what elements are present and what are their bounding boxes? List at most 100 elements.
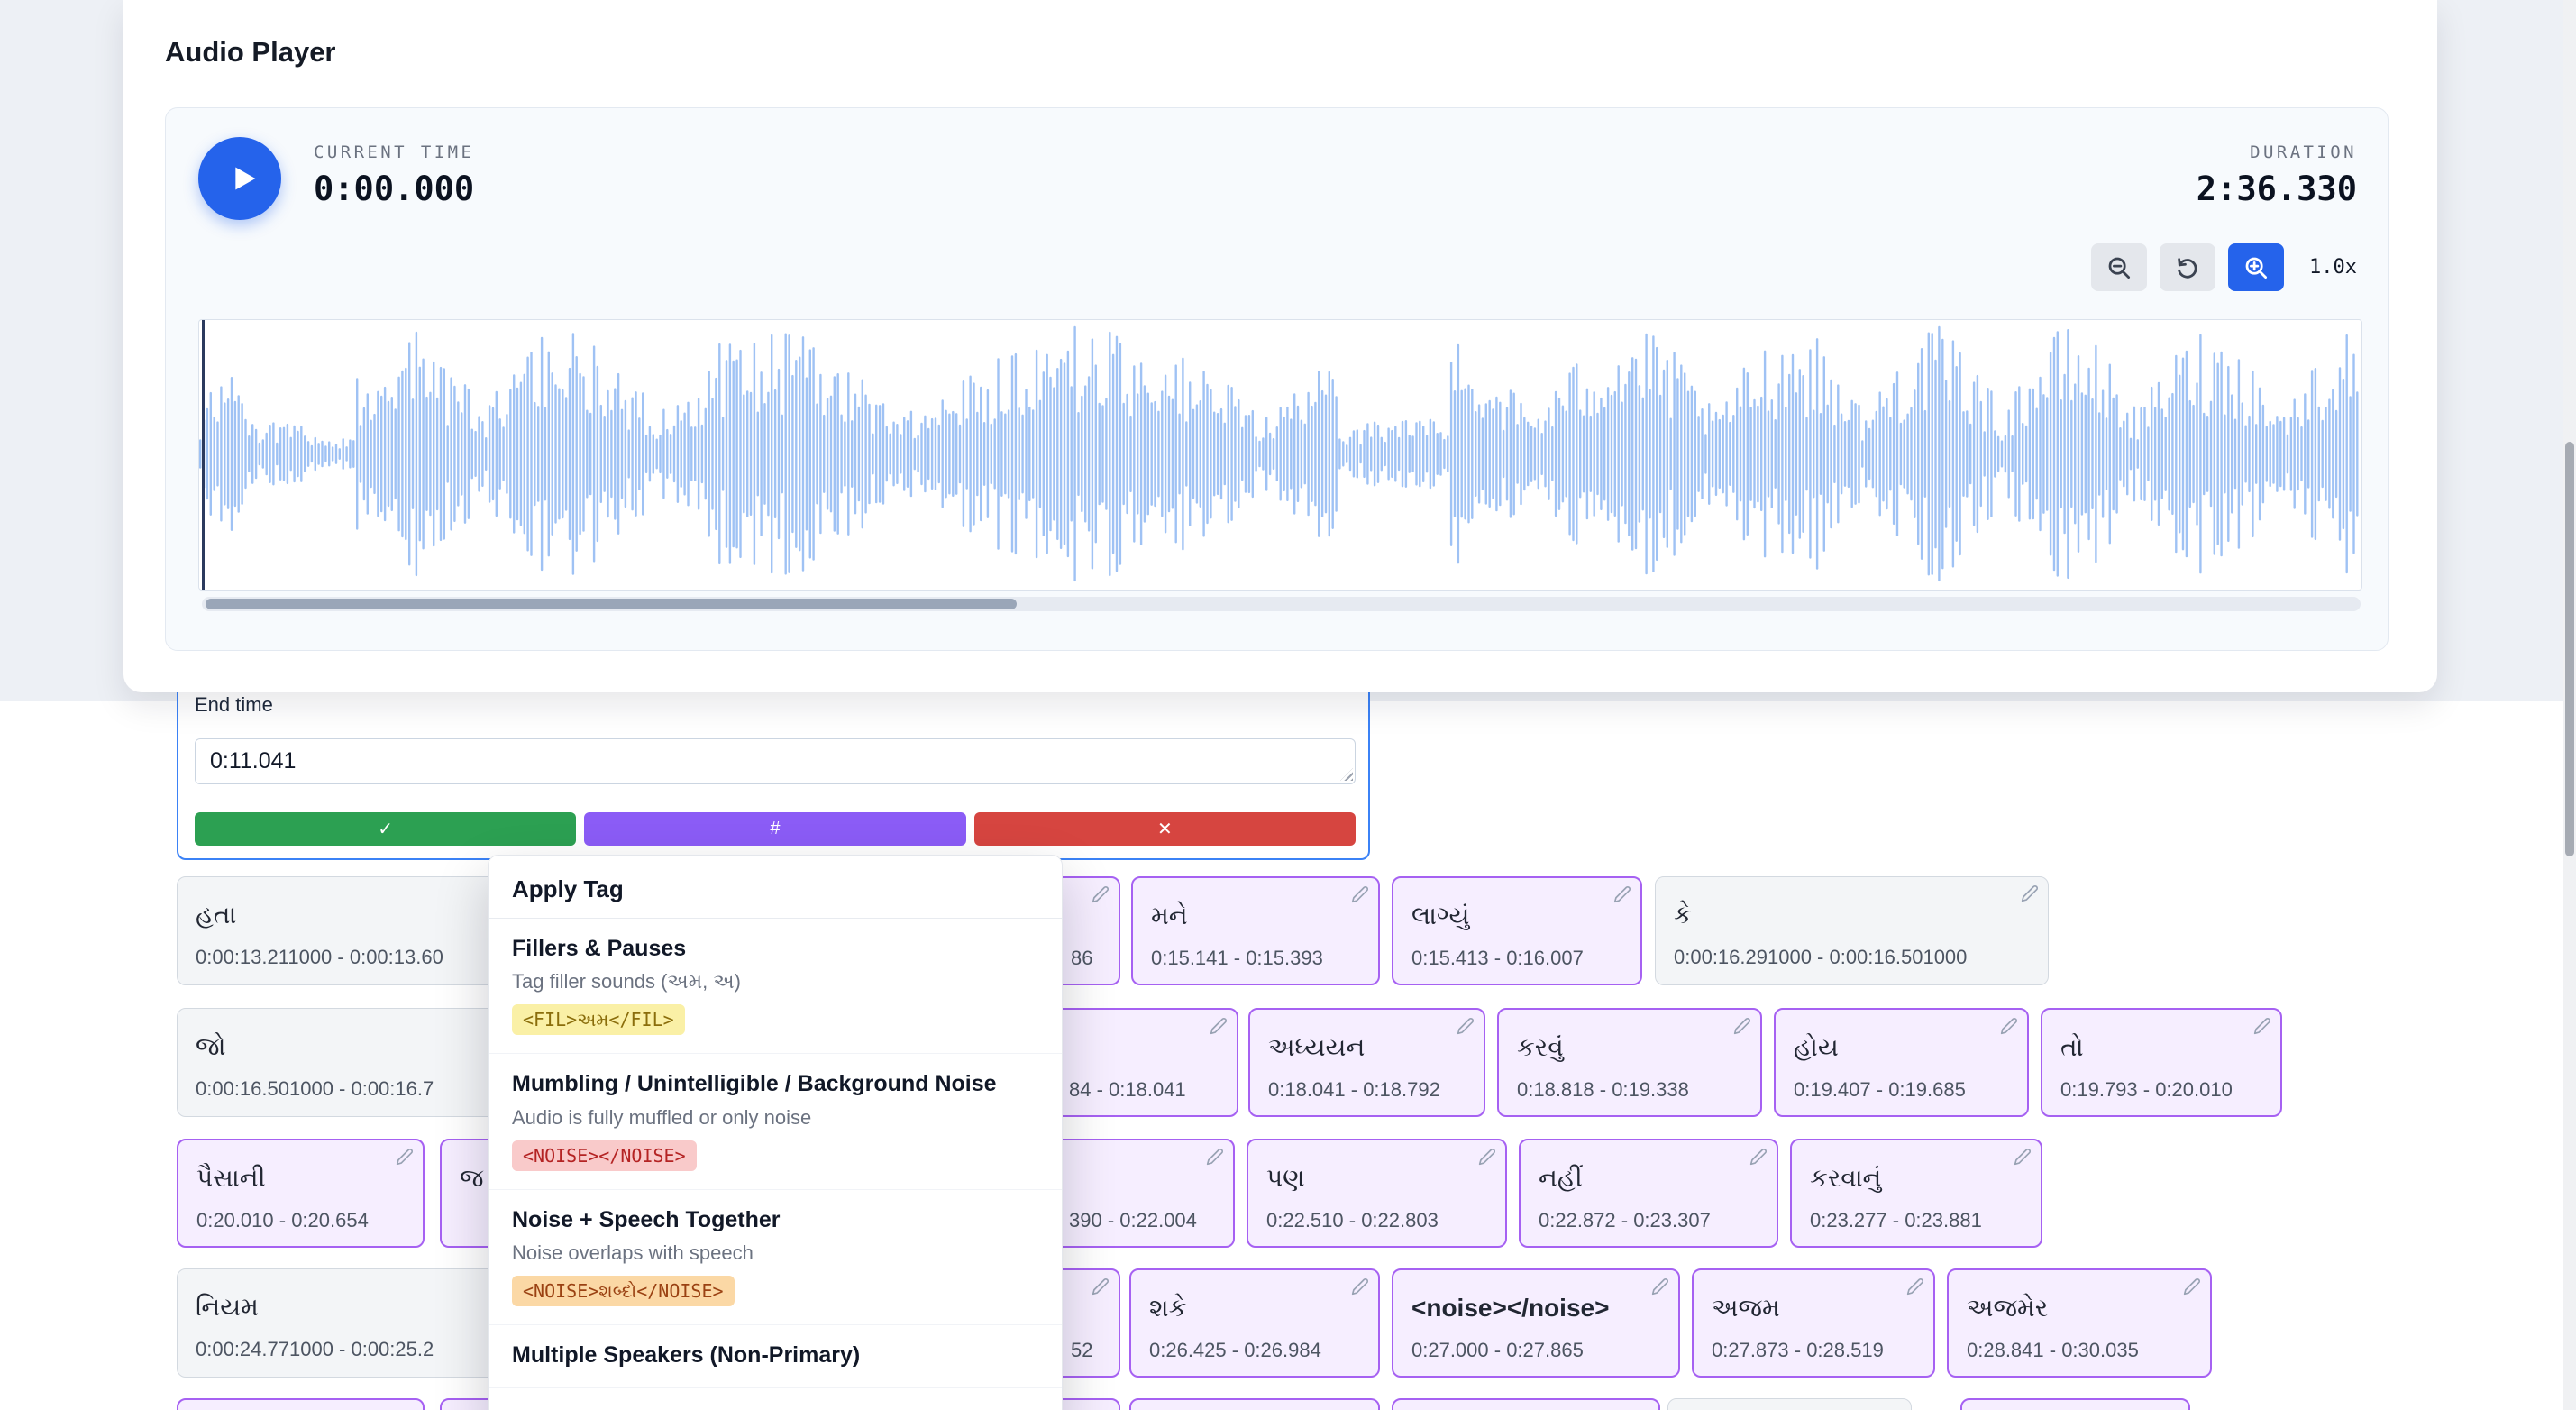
edit-icon[interactable] [1651,1277,1669,1296]
edit-icon[interactable] [396,1148,414,1166]
duration-block: DURATION 2:36.330 [2197,142,2357,208]
segment-chip[interactable] [1960,1398,2190,1410]
play-icon [222,158,263,199]
segment-chip[interactable] [177,1398,425,1410]
segment-chip[interactable]: કે 0:00:16.291000 - 0:00:16.501000 [1655,876,2049,985]
menu-item-noise-speech[interactable]: Noise + Speech Together Noise overlaps w… [489,1190,1062,1325]
player-panel: CURRENT TIME 0:00.000 DURATION 2:36.330 [165,107,2389,651]
segment-text: અધ્યયન [1268,1033,1365,1063]
segment-chip[interactable]: તો 0:19.793 - 0:20.010 [2041,1008,2282,1117]
segment-chip[interactable]: અધ્યયન 0:18.041 - 0:18.792 [1248,1008,1485,1117]
segment-text: પણ [1266,1164,1305,1194]
edit-icon[interactable] [1749,1148,1768,1166]
zoom-level: 1.0x [2309,256,2357,279]
tag-badge: <NOISE>શબ્દો</NOISE> [512,1276,735,1306]
segment-chip[interactable]: કરવું 0:18.818 - 0:19.338 [1497,1008,1762,1117]
segment-text: શકે [1149,1294,1186,1323]
segment-time: 0:00:24.771000 - 0:00:25.2 [196,1338,434,1361]
edit-icon[interactable] [1478,1148,1496,1166]
segment-chip[interactable]: શકે 0:26.425 - 0:26.984 [1129,1268,1380,1378]
apply-tag-title: Apply Tag [489,856,1062,919]
edit-icon[interactable] [2014,1148,2032,1166]
zoom-out-icon [2106,254,2133,281]
segment-time: 52 [1071,1339,1092,1362]
page-scrollbar-track[interactable] [2563,0,2576,1410]
current-time-block: CURRENT TIME 0:00.000 [314,142,474,208]
segment-text: મને [1151,902,1188,931]
segment-time: 0:15.141 - 0:15.393 [1151,947,1323,970]
end-time-label: End time [195,693,273,717]
segment-text: કરવાનું [1810,1164,1881,1194]
segment-text: જ [460,1164,484,1194]
edit-icon[interactable] [1613,885,1631,903]
segment-chip[interactable] [1129,1398,1380,1410]
zoom-reset-button[interactable] [2160,243,2215,291]
segment-time: 84 - 0:18.041 [1069,1078,1186,1102]
segment-chip[interactable] [1667,1398,1912,1410]
segment-chip[interactable]: અજમ 0:27.873 - 0:28.519 [1692,1268,1935,1378]
segment-text: નિયમ [196,1293,259,1323]
apply-tag-button[interactable]: # [584,812,965,846]
segment-editor-panel: End time ✓ # ✕ [177,667,1370,860]
segment-time: 390 - 0:22.004 [1069,1209,1197,1232]
segment-time: 0:19.793 - 0:20.010 [2060,1078,2233,1102]
edit-icon[interactable] [1733,1017,1751,1035]
edit-icon[interactable] [2183,1277,2201,1296]
page-scrollbar-thumb[interactable] [2565,442,2574,856]
segment-chip[interactable]: અજમેર 0:28.841 - 0:30.035 [1947,1268,2212,1378]
end-time-input[interactable] [195,738,1356,784]
apply-tag-menu: Apply Tag Fillers & Pauses Tag filler so… [488,855,1063,1410]
menu-item-title: Multiple Speakers (Non-Primary) [512,1341,1038,1369]
edit-icon[interactable] [1351,885,1369,903]
edit-icon[interactable] [1092,885,1110,903]
segment-text: કે [1674,901,1692,930]
segment-time: 0:26.425 - 0:26.984 [1149,1339,1321,1362]
segment-chip[interactable]: મને 0:15.141 - 0:15.393 [1131,876,1380,985]
edit-icon[interactable] [1457,1017,1475,1035]
edit-icon[interactable] [1351,1277,1369,1296]
segment-text: પૈસાની [196,1164,266,1194]
delete-button[interactable]: ✕ [974,812,1356,846]
waveform-scrollbar-track[interactable] [202,597,2361,611]
edit-icon[interactable] [1210,1017,1228,1035]
segment-chip[interactable] [1392,1398,1660,1410]
segment-time: 0:18.818 - 0:19.338 [1517,1078,1689,1102]
menu-item-mumbling-noise[interactable]: Mumbling / Unintelligible / Background N… [489,1054,1062,1189]
segment-time: 0:27.000 - 0:27.865 [1411,1339,1584,1362]
segment-chip[interactable]: પણ 0:22.510 - 0:22.803 [1247,1139,1507,1248]
waveform-scrollbar-thumb[interactable] [206,599,1017,609]
zoom-controls: 1.0x [2091,243,2357,291]
zoom-in-button[interactable] [2228,243,2284,291]
segment-chip[interactable]: લાગ્યું 0:15.413 - 0:16.007 [1392,876,1642,985]
edit-icon[interactable] [1906,1277,1924,1296]
edit-icon[interactable] [1092,1277,1110,1296]
menu-item-multiple-speakers[interactable]: Multiple Speakers (Non-Primary) [489,1325,1062,1388]
check-icon: ✓ [378,818,393,840]
menu-item-description: Noise overlaps with speech [512,1241,1038,1265]
x-icon: ✕ [1157,818,1173,840]
playhead-cursor[interactable] [202,320,205,590]
segment-time: 0:23.277 - 0:23.881 [1810,1209,1982,1232]
segment-text: <noise></noise> [1411,1294,1609,1323]
confirm-button[interactable]: ✓ [195,812,576,846]
segment-chip[interactable]: <noise></noise> 0:27.000 - 0:27.865 [1392,1268,1680,1378]
segment-text: તો [2060,1033,2084,1063]
edit-icon[interactable] [1206,1148,1224,1166]
zoom-out-button[interactable] [2091,243,2147,291]
segment-chip[interactable]: નહીં 0:22.872 - 0:23.307 [1519,1139,1778,1248]
zoom-in-icon [2243,254,2270,281]
audio-player-card: Audio Player CURRENT TIME 0:00.000 DURAT… [123,0,2437,692]
segment-chip[interactable]: કરવાનું 0:23.277 - 0:23.881 [1790,1139,2042,1248]
segment-text: જો [196,1032,226,1062]
editor-buttons: ✓ # ✕ [195,812,1356,846]
edit-icon[interactable] [2021,884,2039,902]
edit-icon[interactable] [2000,1017,2018,1035]
play-button[interactable] [198,137,281,220]
segment-time: 0:19.407 - 0:19.685 [1794,1078,1966,1102]
segment-chip[interactable]: હોય 0:19.407 - 0:19.685 [1774,1008,2029,1117]
waveform[interactable] [198,319,2362,591]
segment-time: 0:28.841 - 0:30.035 [1967,1339,2139,1362]
edit-icon[interactable] [2253,1017,2271,1035]
menu-item-fillers-pauses[interactable]: Fillers & Pauses Tag filler sounds (અમ, … [489,919,1062,1054]
segment-chip[interactable]: પૈસાની 0:20.010 - 0:20.654 [177,1139,425,1248]
